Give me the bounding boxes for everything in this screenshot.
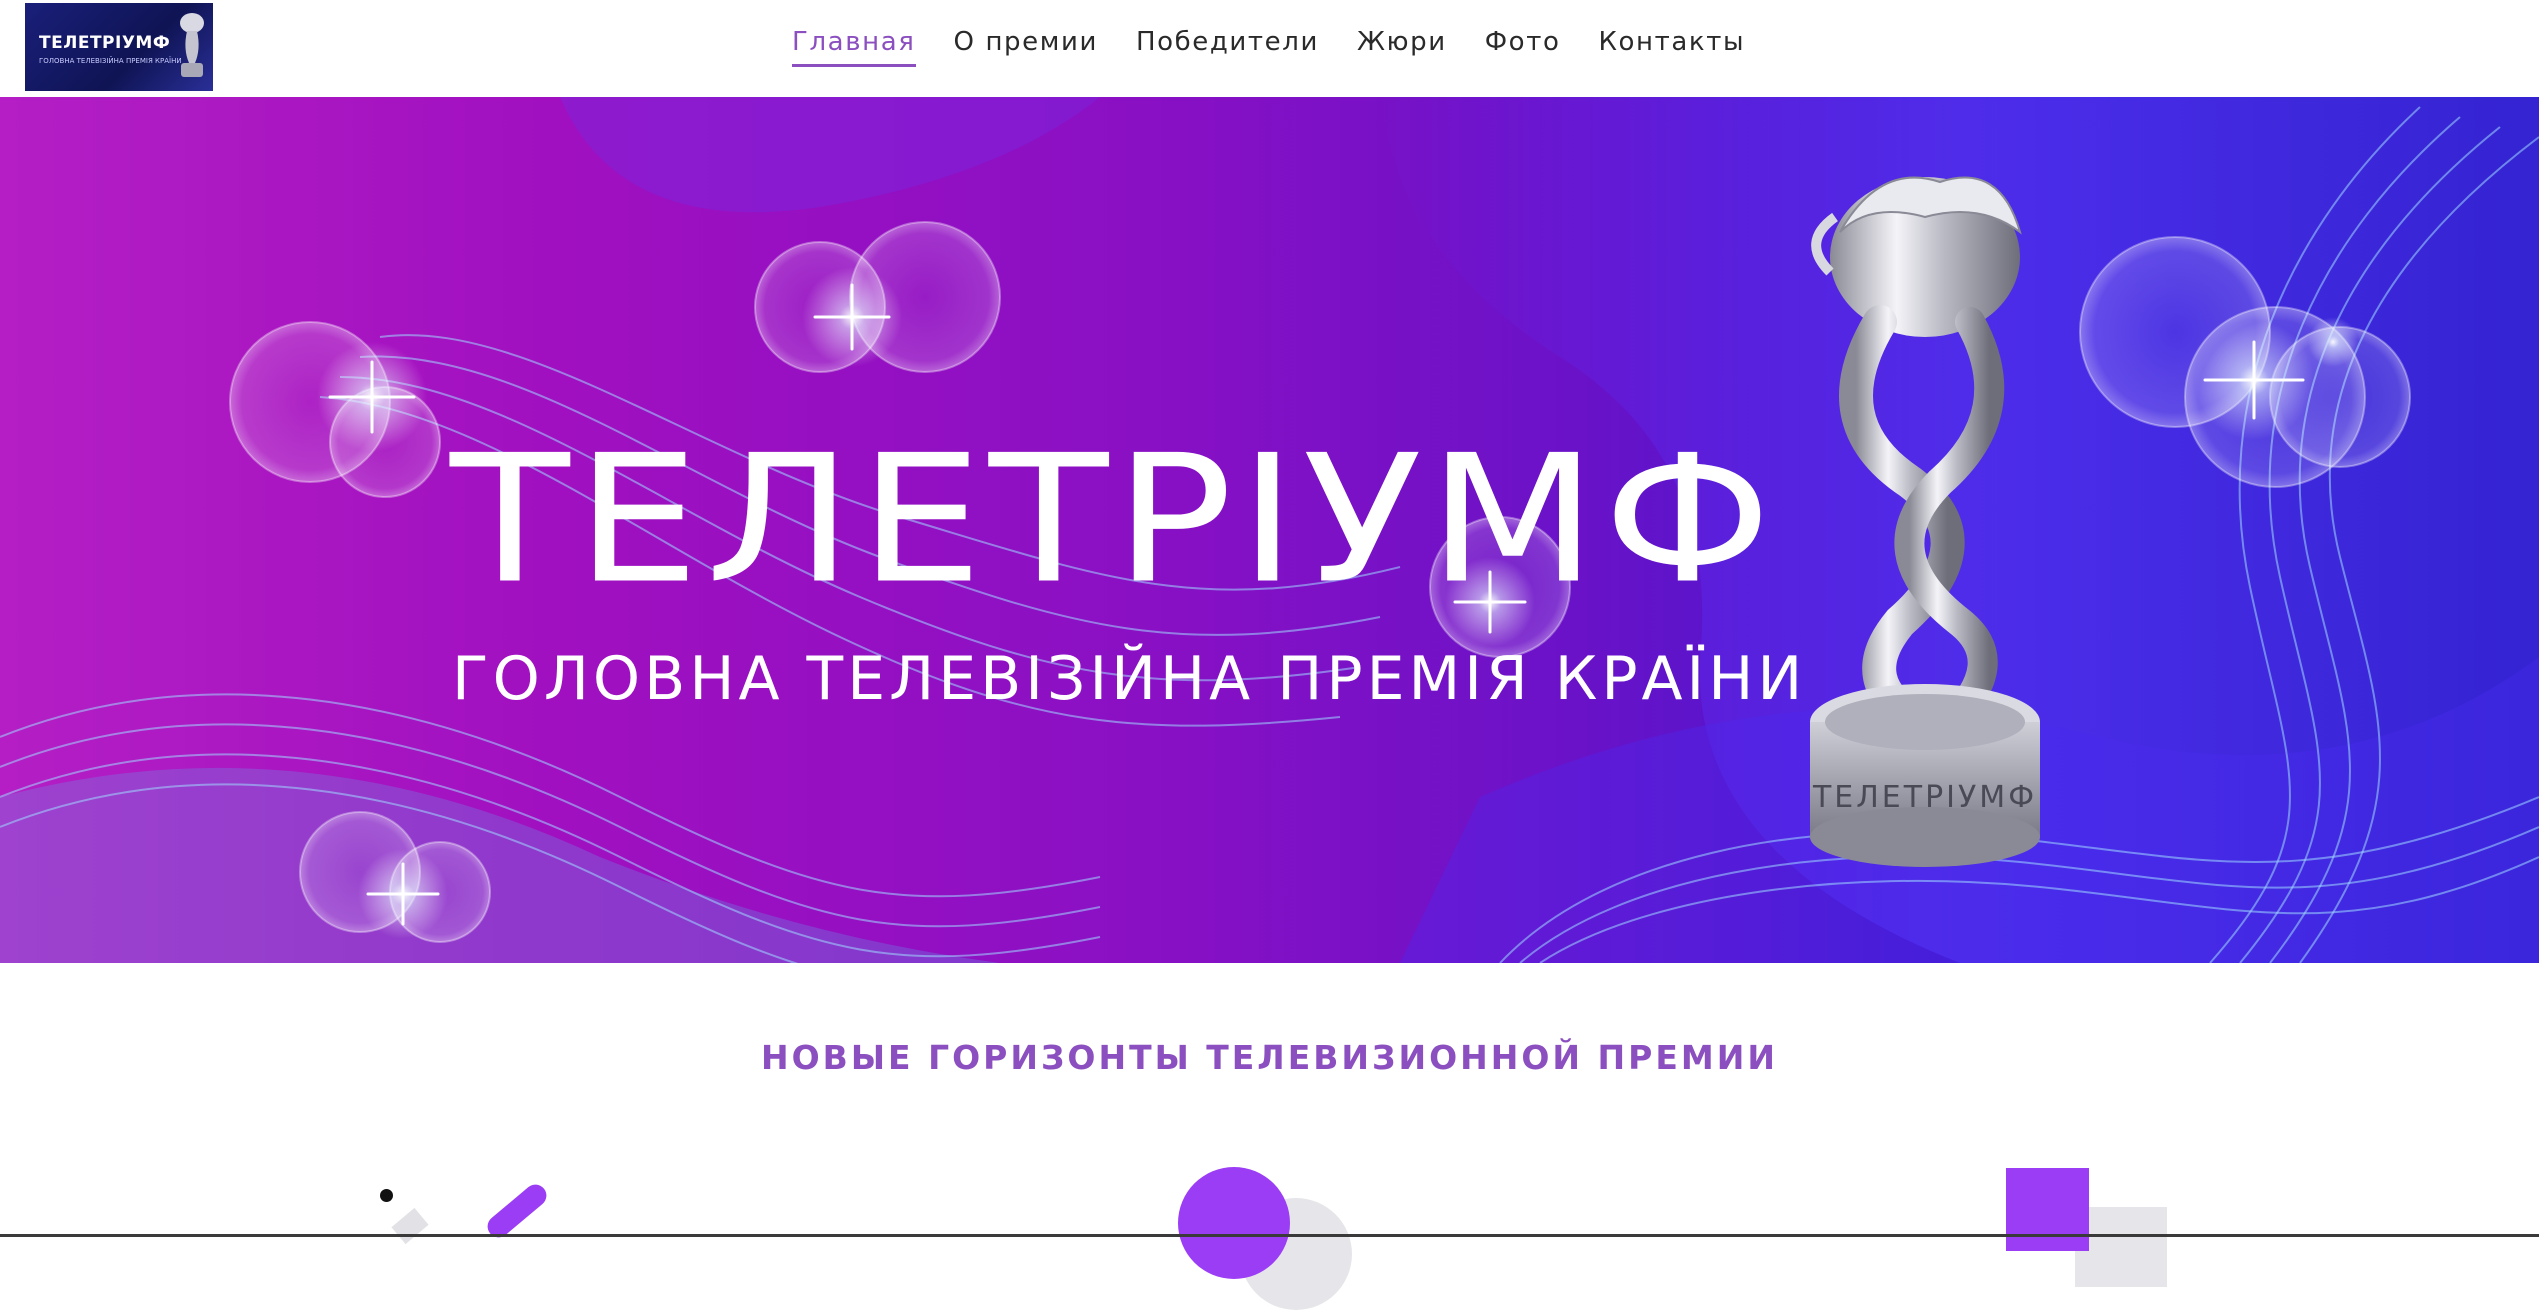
trophy-icon	[180, 13, 204, 77]
decorative-stroke	[483, 1180, 551, 1242]
trophy-image: ТЕЛЕТРІУМФ	[1810, 176, 2040, 867]
nav-winners[interactable]: Победители	[1136, 27, 1319, 67]
decorative-circle	[1178, 1167, 1290, 1279]
decorative-shape	[391, 1207, 429, 1245]
section-heading: НОВЫЕ ГОРИЗОНТЫ ТЕЛЕВИЗИОННОЙ ПРЕМИИ	[761, 1038, 1778, 1077]
site-header: ТЕЛЕТРІУМФ ГОЛОВНА ТЕЛЕВІЗІЙНА ПРЕМІЯ КР…	[0, 0, 2539, 97]
main-nav: Главная О премии Победители Жюри Фото Ко…	[792, 27, 1783, 67]
hero-title: ТЕЛЕТРІУМФ	[450, 417, 1778, 623]
trophy-inscription: ТЕЛЕТРІУМФ	[1812, 780, 2037, 815]
decorative-dot	[380, 1189, 393, 1202]
nav-jury[interactable]: Жюри	[1357, 27, 1447, 67]
nav-home[interactable]: Главная	[792, 27, 916, 67]
site-logo[interactable]: ТЕЛЕТРІУМФ ГОЛОВНА ТЕЛЕВІЗІЙНА ПРЕМІЯ КР…	[25, 3, 213, 91]
hero-banner: ТЕЛЕТРІУМФ ГОЛОВНА ТЕЛЕВІЗІЙНА ПРЕМІЯ КР…	[0, 97, 2539, 963]
nav-photo[interactable]: Фото	[1485, 27, 1561, 67]
decorative-square	[2006, 1168, 2089, 1251]
logo-subtitle: ГОЛОВНА ТЕЛЕВІЗІЙНА ПРЕМІЯ КРАЇНИ	[39, 57, 182, 65]
hero-subtitle: ГОЛОВНА ТЕЛЕВІЗІЙНА ПРЕМІЯ КРАЇНИ	[452, 644, 1807, 714]
nav-about[interactable]: О премии	[954, 27, 1098, 67]
logo-text: ТЕЛЕТРІУМФ	[39, 33, 171, 53]
nav-contacts[interactable]: Контакты	[1598, 27, 1745, 67]
